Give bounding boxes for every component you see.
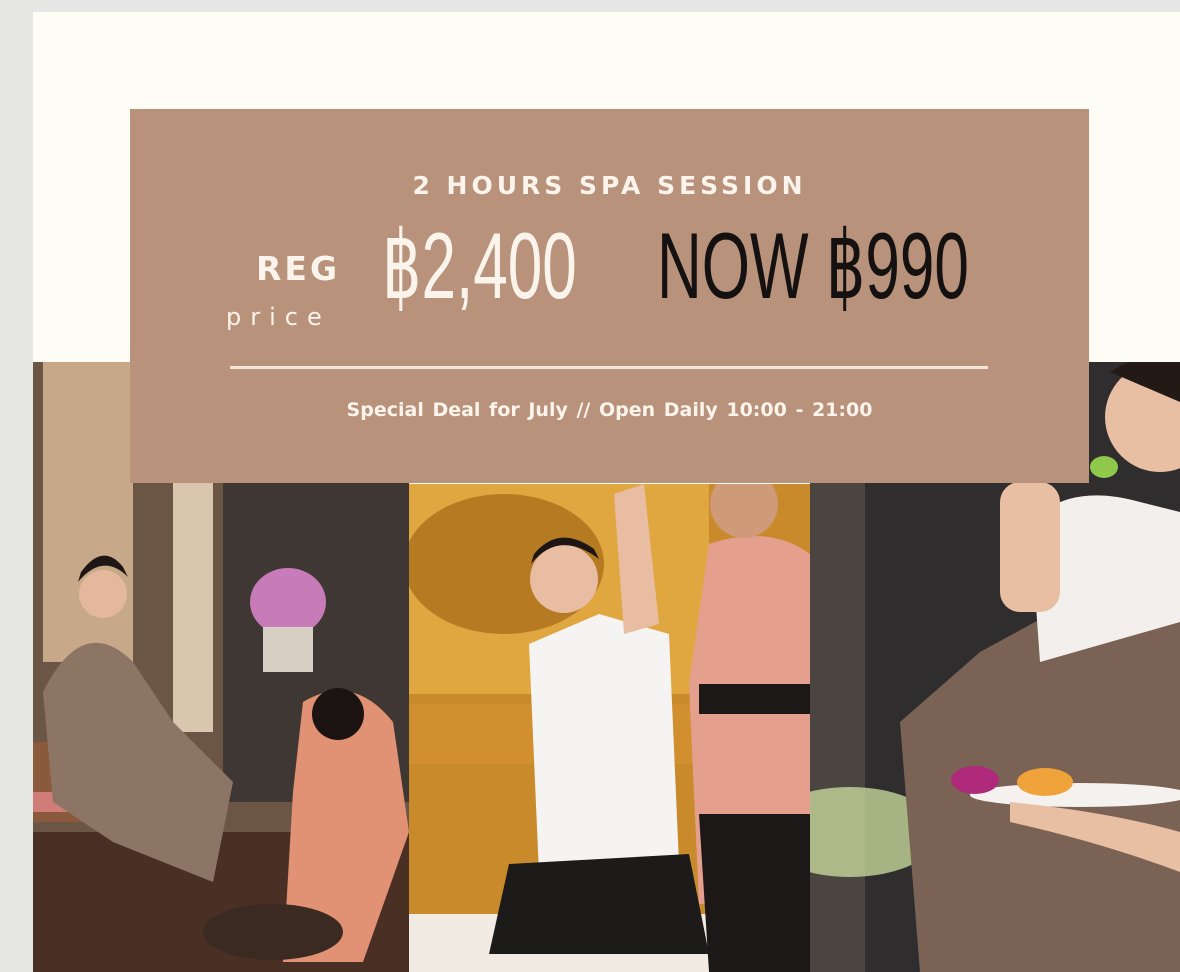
- session-headline: 2 HOURS SPA SESSION: [412, 171, 807, 200]
- regular-label: REG: [256, 249, 341, 288]
- price-word: price: [226, 303, 331, 331]
- thai-massage-photo: [409, 484, 810, 972]
- divider-line: [230, 366, 988, 369]
- regular-price: ฿2,400: [382, 213, 577, 318]
- sale-price: NOW ฿990: [657, 213, 969, 318]
- deal-details: Special Deal for July // Open Daily 10:0…: [346, 399, 873, 421]
- promo-banner: 2 HOURS SPA SESSION REG price ฿2,400 NOW…: [130, 109, 1089, 483]
- spa-promo-poster: 2 HOURS SPA SESSION REG price ฿2,400 NOW…: [33, 12, 1180, 972]
